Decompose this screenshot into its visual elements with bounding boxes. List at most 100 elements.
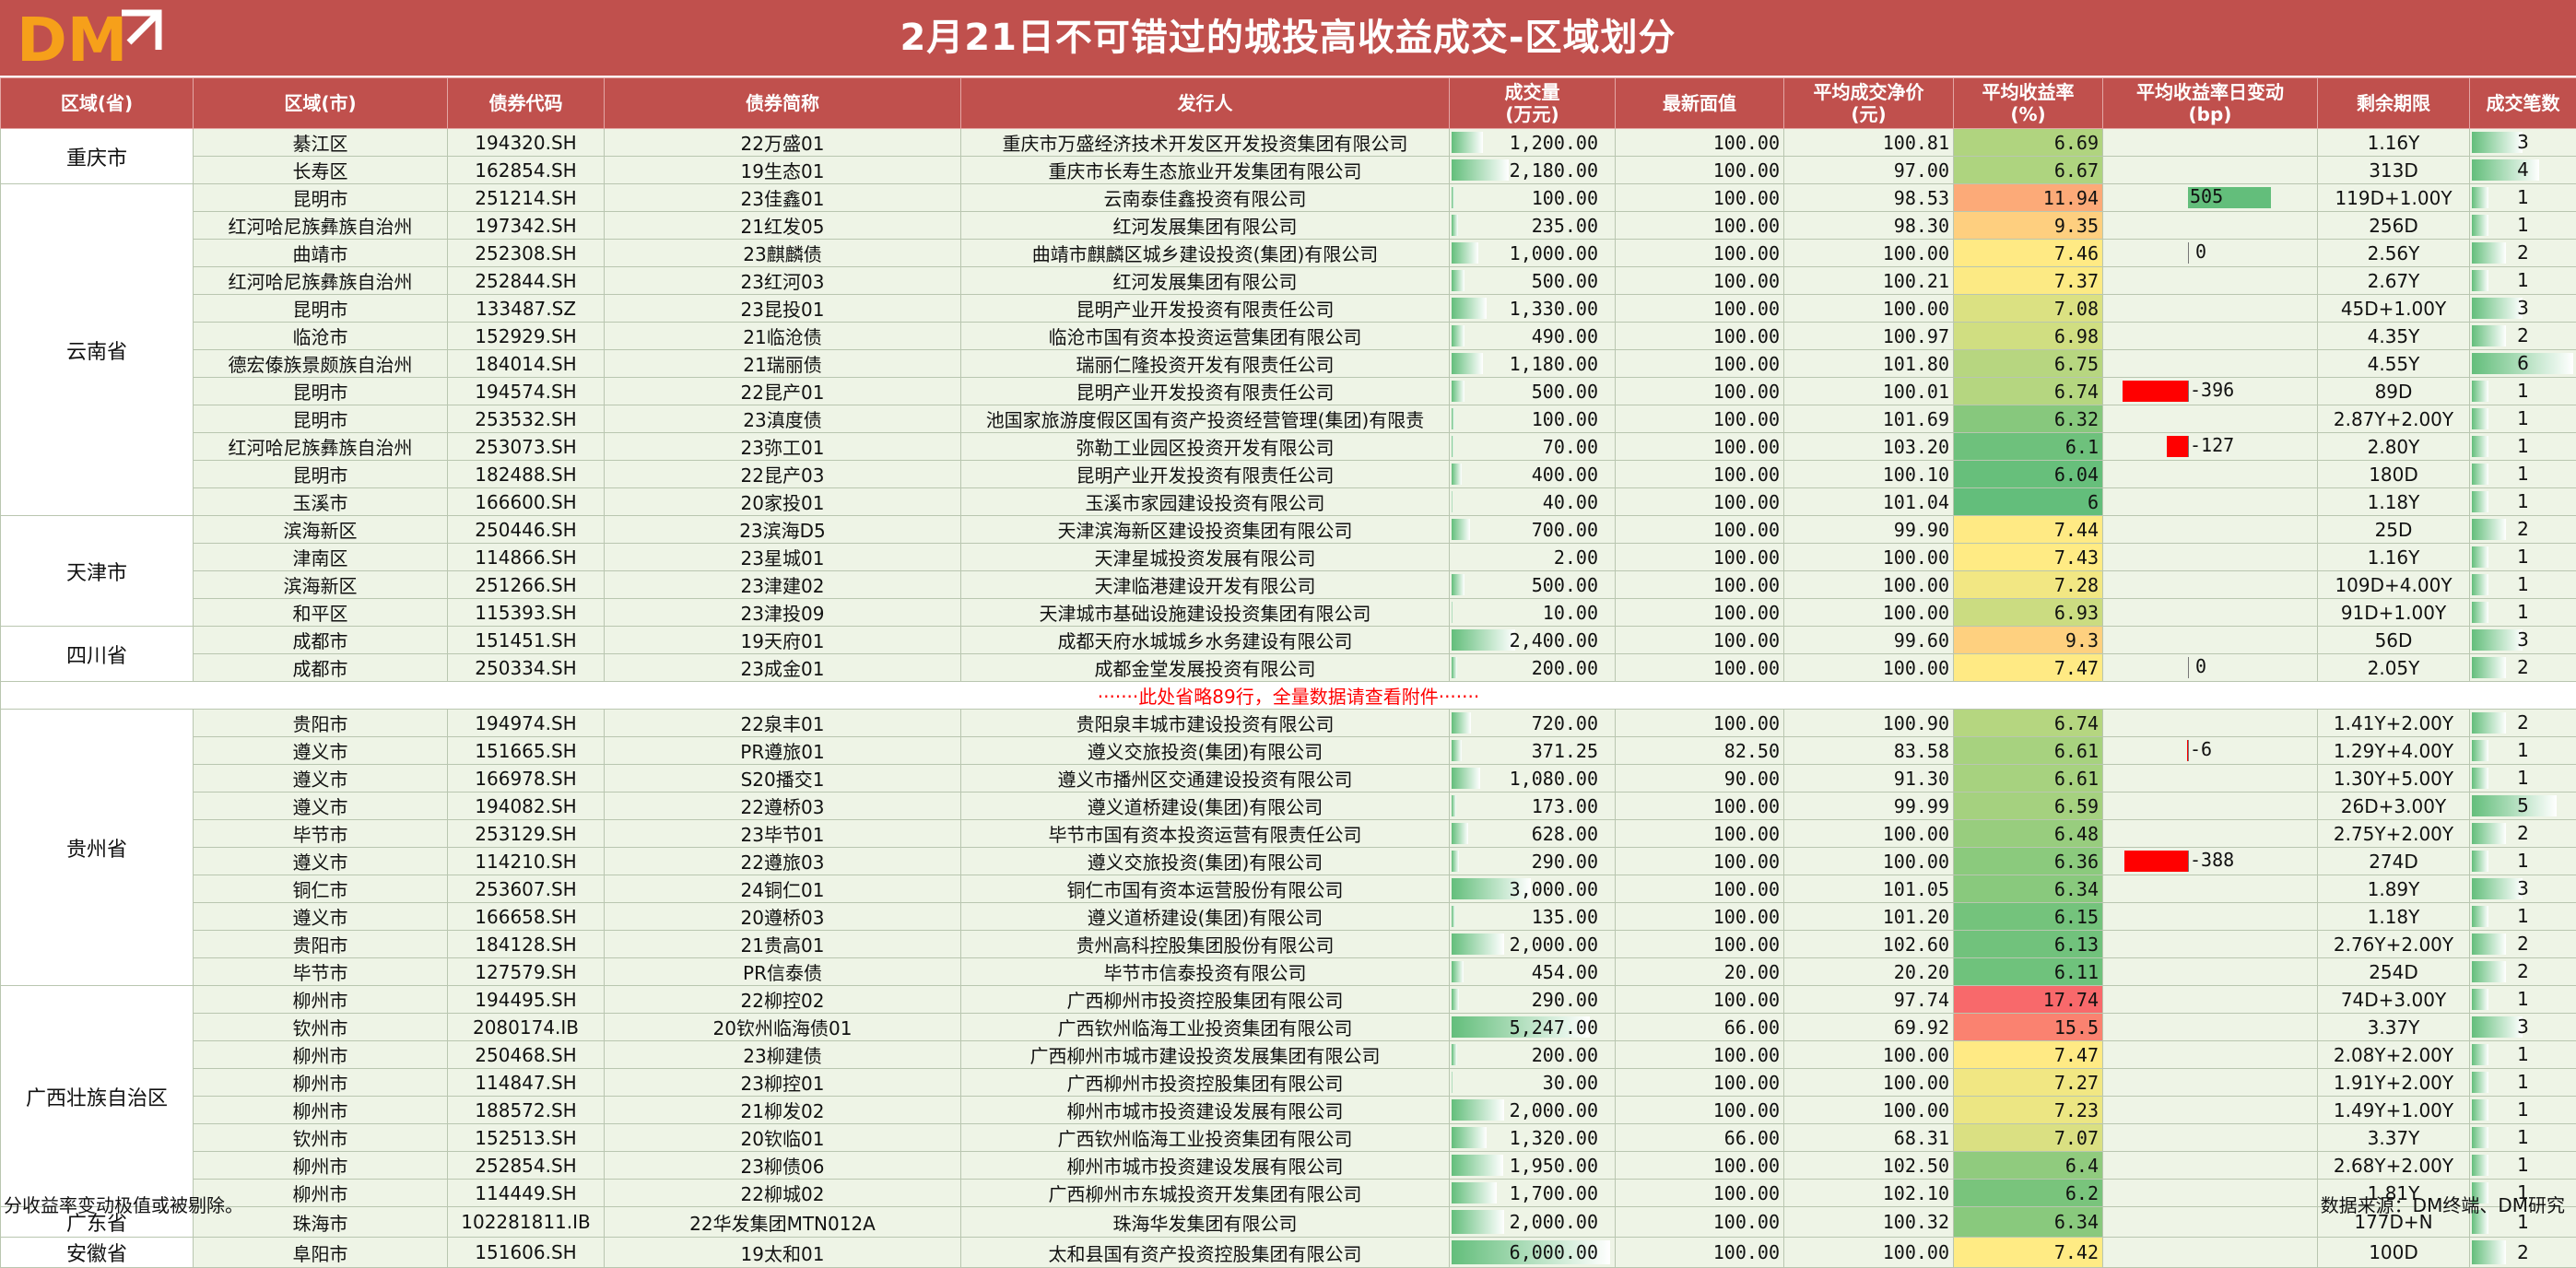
bond-code-cell: 152929.SH	[448, 323, 605, 350]
change-value: -396	[2190, 378, 2234, 403]
yield-cell: 6.75	[1954, 350, 2103, 378]
net-price-cell: 100.90	[1784, 710, 1954, 737]
city-cell: 昆明市	[194, 295, 448, 323]
volume-value: 30.00	[1453, 1072, 1611, 1094]
bond-code-cell: 251266.SH	[448, 571, 605, 599]
net-price-cell: 100.00	[1784, 295, 1954, 323]
province-cell: 天津市	[1, 516, 194, 627]
city-cell: 成都市	[194, 627, 448, 654]
yield-change-cell	[2103, 986, 2318, 1014]
remaining-term-cell: 56D	[2318, 627, 2470, 654]
face-value-cell: 100.00	[1616, 1041, 1784, 1069]
issuer-cell: 红河发展集团有限公司	[961, 267, 1450, 295]
yield-cell: 6.13	[1954, 931, 2103, 958]
bond-name-cell: 23佳鑫01	[605, 184, 961, 212]
change-bar-negative	[2167, 436, 2188, 457]
table-row: 遵义市166978.SHS20播交1遵义市播州区交通建设投资有限公司1,080.…	[1, 765, 2576, 792]
trade-count-value: 1	[2474, 1098, 2572, 1122]
net-price-cell: 100.00	[1784, 820, 1954, 848]
yield-cell: 7.28	[1954, 571, 2103, 599]
bond-name-cell: 22昆产01	[605, 378, 961, 405]
issuer-cell: 成都天府水城城乡水务建设有限公司	[961, 627, 1450, 654]
volume-value: 200.00	[1453, 657, 1611, 679]
net-price-cell: 100.00	[1784, 571, 1954, 599]
trade-count-value: 1	[2474, 1125, 2572, 1150]
footer: 分收益率变动极值或被剔除。 数据来源：DM终端、DM研究	[0, 1189, 2576, 1214]
face-value-cell: 100.00	[1616, 488, 1784, 516]
bond-code-cell: 251214.SH	[448, 184, 605, 212]
trade-count-value: 2	[2474, 932, 2572, 957]
bond-code-cell: 114847.SH	[448, 1069, 605, 1097]
issuer-cell: 红河发展集团有限公司	[961, 212, 1450, 240]
trade-count-value: 2	[2474, 241, 2572, 265]
table-row: 红河哈尼族彝族自治州197342.SH21红发05红河发展集团有限公司235.0…	[1, 212, 2576, 240]
yield-change-cell	[2103, 157, 2318, 184]
bond-name-cell: 22昆产03	[605, 461, 961, 488]
bond-code-cell: 114210.SH	[448, 848, 605, 875]
net-price-cell: 101.80	[1784, 350, 1954, 378]
remaining-term-cell: 274D	[2318, 848, 2470, 875]
issuer-cell: 昆明产业开发投资有限责任公司	[961, 461, 1450, 488]
volume-value: 135.00	[1453, 906, 1611, 928]
trade-count-cell: 1	[2470, 848, 2576, 875]
yield-change-cell	[2103, 516, 2318, 544]
trade-count-cell: 1	[2470, 184, 2576, 212]
volume-value: 40.00	[1453, 491, 1611, 513]
bond-name-cell: PR遵旅01	[605, 737, 961, 765]
volume-value: 1,080.00	[1453, 768, 1611, 790]
volume-value: 490.00	[1453, 325, 1611, 347]
net-price-cell: 68.31	[1784, 1124, 1954, 1152]
face-value-cell: 20.00	[1616, 958, 1784, 986]
remaining-term-cell: 26D+3.00Y	[2318, 792, 2470, 820]
issuer-cell: 成都金堂发展投资有限公司	[961, 654, 1450, 682]
column-header: 平均收益率 (%)	[1954, 78, 2103, 129]
bond-code-cell: 253532.SH	[448, 405, 605, 433]
trade-count-value: 1	[2474, 849, 2572, 874]
yield-cell: 6.61	[1954, 765, 2103, 792]
city-cell: 柳州市	[194, 1097, 448, 1124]
bond-name-cell: S20播交1	[605, 765, 961, 792]
volume-value: 700.00	[1453, 519, 1611, 541]
net-price-cell: 100.21	[1784, 267, 1954, 295]
bond-code-cell: 194974.SH	[448, 710, 605, 737]
issuer-cell: 广西柳州市投资控股集团有限公司	[961, 986, 1450, 1014]
bond-name-cell: 22万盛01	[605, 129, 961, 157]
face-value-cell: 100.00	[1616, 571, 1784, 599]
bond-name-cell: 20遵桥03	[605, 903, 961, 931]
issuer-cell: 遵义交旅投资(集团)有限公司	[961, 737, 1450, 765]
volume-bar	[1452, 1072, 1453, 1093]
net-price-cell: 101.69	[1784, 405, 1954, 433]
table-row: 贵阳市184128.SH21贵高01贵州高科控股集团股份有限公司2,000.00…	[1, 931, 2576, 958]
trade-count-cell: 1	[2470, 599, 2576, 627]
bond-code-cell: 250468.SH	[448, 1041, 605, 1069]
volume-cell: 235.00	[1450, 212, 1616, 240]
face-value-cell: 100.00	[1616, 323, 1784, 350]
remaining-term-cell: 100D	[2318, 1238, 2470, 1268]
trade-count-cell: 2	[2470, 1238, 2576, 1268]
yield-change-cell	[2103, 627, 2318, 654]
bond-name-cell: 19生态01	[605, 157, 961, 184]
remaining-term-cell: 4.55Y	[2318, 350, 2470, 378]
volume-cell: 40.00	[1450, 488, 1616, 516]
table-row: 德宏傣族景颇族自治州184014.SH21瑞丽债瑞丽仁隆投资开发有限责任公司1,…	[1, 350, 2576, 378]
city-cell: 长寿区	[194, 157, 448, 184]
table-row: 柳州市252854.SH23柳债06柳州市城市投资建设发展有限公司1,950.0…	[1, 1152, 2576, 1180]
trade-count-cell: 1	[2470, 986, 2576, 1014]
trade-count-value: 1	[2474, 1042, 2572, 1067]
bond-code-cell: 127579.SH	[448, 958, 605, 986]
net-price-cell: 100.00	[1784, 1069, 1954, 1097]
yield-cell: 7.47	[1954, 654, 2103, 682]
yield-cell: 9.3	[1954, 627, 2103, 654]
yield-change-cell: 0	[2103, 654, 2318, 682]
yield-change-cell: -388	[2103, 848, 2318, 875]
city-cell: 昆明市	[194, 184, 448, 212]
net-price-cell: 102.50	[1784, 1152, 1954, 1180]
remaining-term-cell: 2.76Y+2.00Y	[2318, 931, 2470, 958]
issuer-cell: 铜仁市国有资本运营股份有限公司	[961, 875, 1450, 903]
bond-name-cell: 21临沧债	[605, 323, 961, 350]
bond-name-cell: PR信泰债	[605, 958, 961, 986]
net-price-cell: 100.00	[1784, 599, 1954, 627]
city-cell: 红河哈尼族彝族自治州	[194, 267, 448, 295]
table-row: 遵义市166658.SH20遵桥03遵义道桥建设(集团)有限公司135.0010…	[1, 903, 2576, 931]
volume-cell: 100.00	[1450, 184, 1616, 212]
